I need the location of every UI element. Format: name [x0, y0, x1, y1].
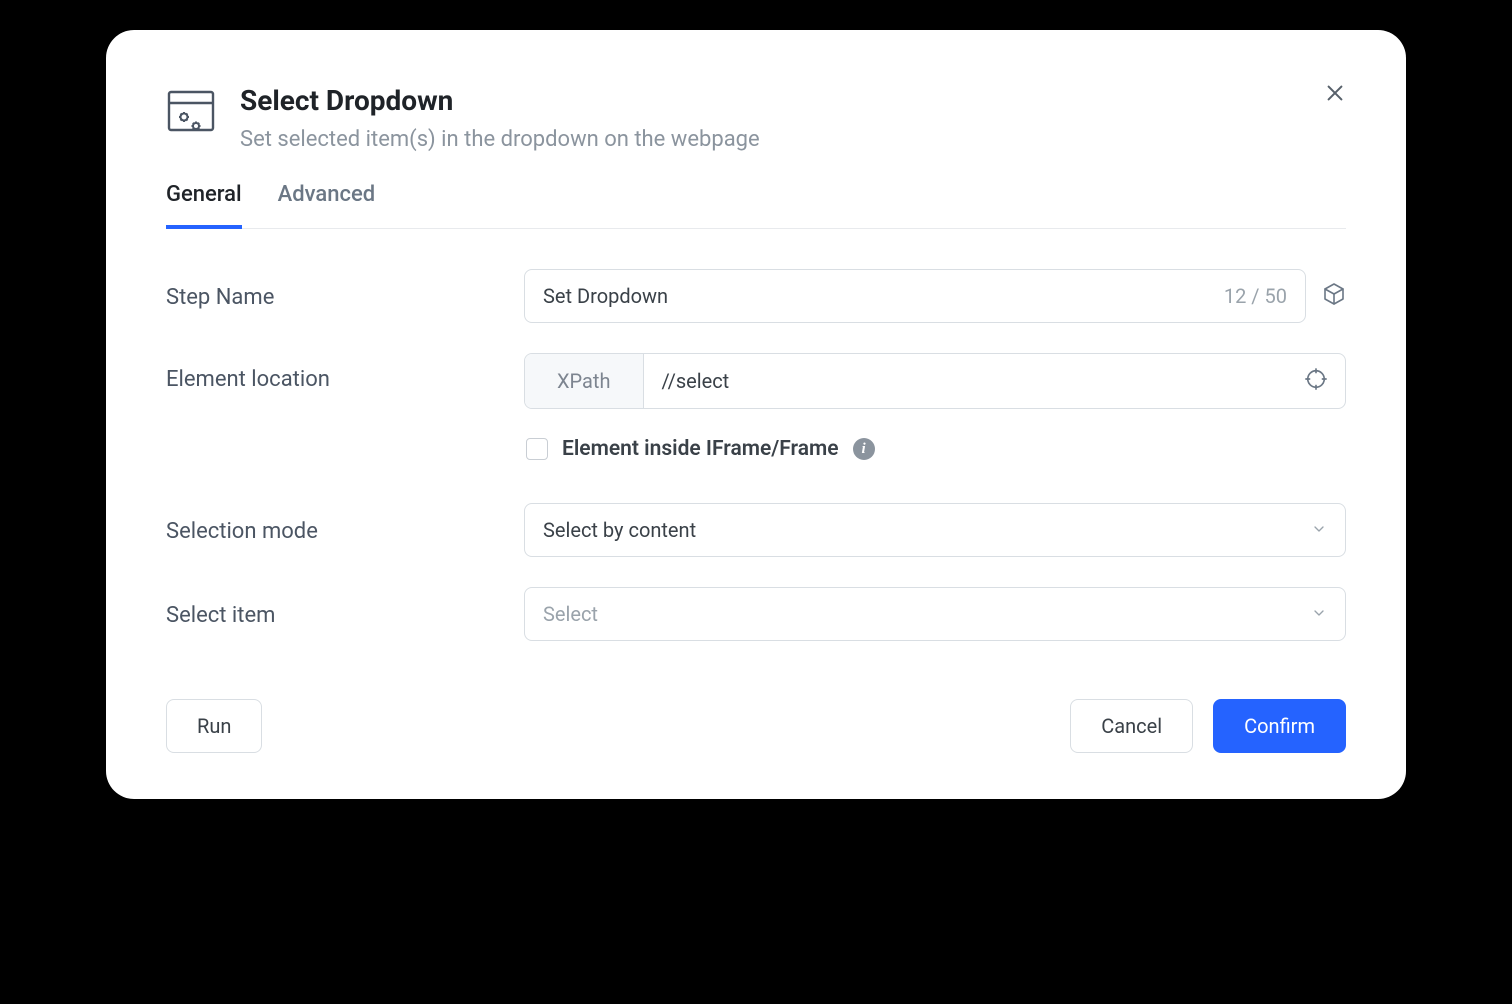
modal-header: Select Dropdown Set selected item(s) in … [166, 84, 1346, 154]
iframe-checkbox[interactable] [526, 438, 548, 460]
element-picker-icon[interactable] [1305, 368, 1327, 395]
selection-mode-value: Select by content [543, 518, 696, 542]
iframe-checkbox-label: Element inside IFrame/Frame [562, 437, 839, 461]
selection-mode-select[interactable]: Select by content [524, 503, 1346, 557]
select-dropdown-modal: Select Dropdown Set selected item(s) in … [106, 30, 1406, 799]
element-location-input[interactable]: XPath //select [524, 353, 1346, 409]
close-icon [1324, 82, 1346, 104]
element-location-type[interactable]: XPath [525, 354, 644, 408]
variable-picker-icon[interactable] [1322, 282, 1346, 310]
tab-general[interactable]: General [166, 182, 242, 229]
selection-mode-label: Selection mode [166, 517, 524, 544]
tab-bar: General Advanced [166, 182, 1346, 229]
element-location-value: //select [662, 369, 730, 393]
step-name-value: Set Dropdown [543, 284, 668, 308]
step-name-label: Step Name [166, 283, 524, 310]
select-item-select[interactable]: Select [524, 587, 1346, 641]
modal-subtitle: Set selected item(s) in the dropdown on … [240, 126, 1346, 155]
cancel-button[interactable]: Cancel [1070, 699, 1193, 753]
info-icon[interactable]: i [853, 438, 875, 460]
run-button[interactable]: Run [166, 699, 262, 753]
chevron-down-icon [1311, 602, 1327, 626]
step-name-char-count: 12 / 50 [1224, 284, 1287, 308]
select-item-label: Select item [166, 601, 524, 628]
modal-title: Select Dropdown [240, 84, 1346, 118]
chevron-down-icon [1311, 518, 1327, 542]
step-name-input[interactable]: Set Dropdown 12 / 50 [524, 269, 1306, 323]
tab-advanced[interactable]: Advanced [278, 182, 376, 229]
element-location-label: Element location [166, 353, 524, 392]
modal-footer: Run Cancel Confirm [166, 699, 1346, 753]
confirm-button[interactable]: Confirm [1213, 699, 1346, 753]
select-item-placeholder: Select [543, 602, 598, 626]
close-button[interactable] [1320, 78, 1350, 112]
step-type-icon [166, 88, 216, 140]
